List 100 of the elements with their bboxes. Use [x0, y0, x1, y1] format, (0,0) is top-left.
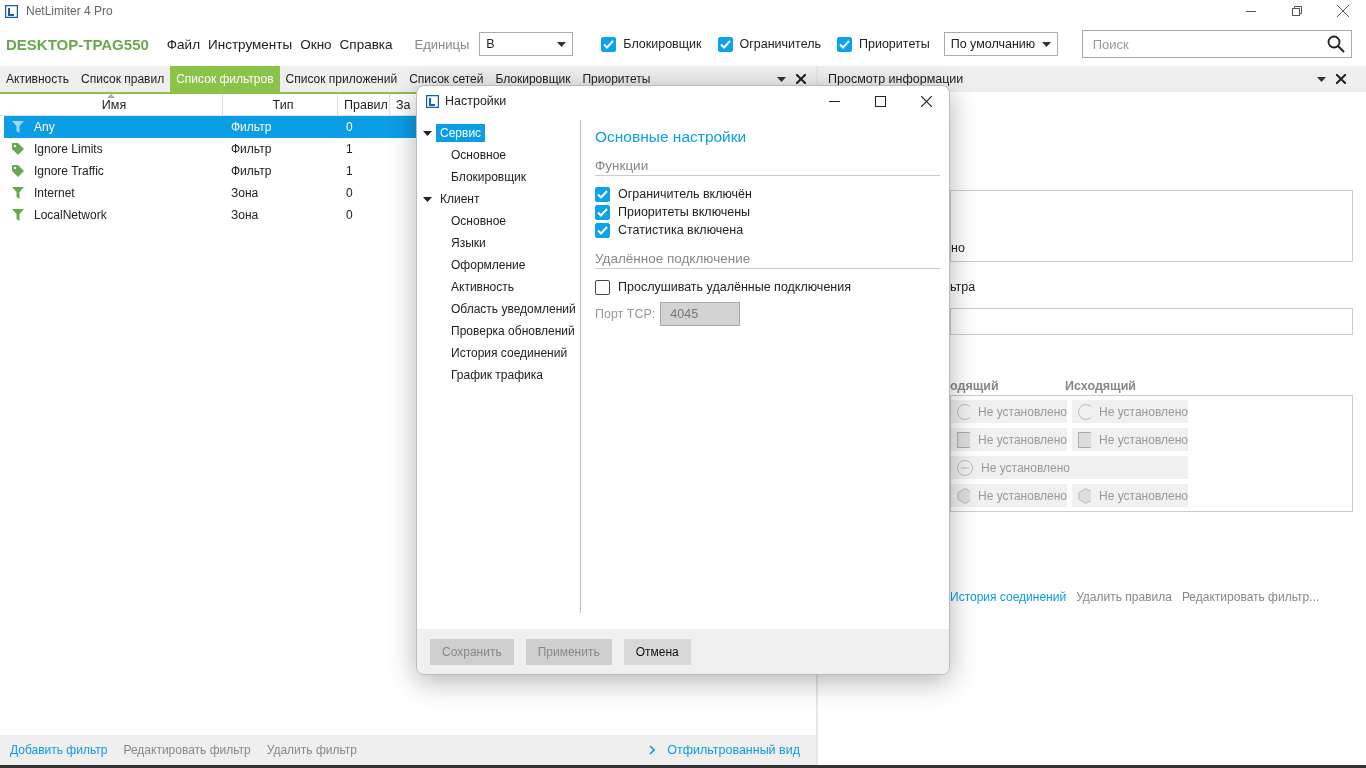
tree-item[interactable]: Основное — [447, 146, 510, 164]
tree-item[interactable]: Клиент — [436, 190, 484, 208]
restore-icon — [1292, 6, 1302, 16]
close-panel-button[interactable] — [1336, 74, 1346, 84]
tree-item[interactable]: История соединений — [447, 344, 572, 362]
table-cell-text: 0 — [345, 186, 354, 200]
table-cell-text: 0 — [345, 208, 354, 222]
caret-icon — [1317, 76, 1326, 82]
column-header[interactable]: Имя — [0, 94, 223, 115]
table-cell-text: Зона — [230, 186, 260, 200]
caret-icon — [423, 196, 432, 202]
tag-icon — [12, 143, 24, 155]
dropdown-button[interactable] — [1317, 76, 1326, 82]
panel-title: Просмотр информации — [828, 72, 964, 86]
units-select[interactable]: B — [479, 32, 574, 56]
menu-item[interactable]: Окно — [300, 36, 338, 52]
checkbox-label: Ограничитель — [739, 37, 821, 51]
caret-icon — [1041, 41, 1051, 47]
table-cell-text: Фильтр — [230, 142, 273, 156]
caret-icon — [423, 130, 432, 136]
input-field[interactable] — [950, 308, 1353, 335]
hexagon-icon — [1078, 487, 1092, 504]
section-title: Удалённое подключение — [595, 251, 940, 269]
column-header[interactable]: Тип — [223, 94, 338, 115]
column-header: одящий — [950, 379, 1000, 393]
tab[interactable]: Список приложений — [279, 66, 404, 92]
tree-item[interactable]: Область уведомлений — [447, 300, 580, 318]
dropdown-button[interactable] — [777, 76, 786, 82]
chevron-icon — [649, 745, 656, 755]
tree-item[interactable]: График трафика — [447, 366, 547, 384]
host-name: DESKTOP-TPAG550 — [6, 35, 149, 53]
close-panel-button[interactable] — [796, 74, 806, 84]
tab[interactable]: Список правил — [75, 66, 171, 92]
search-field[interactable]: Поиск — [1081, 30, 1352, 58]
dialog-title: Настройки — [445, 94, 507, 108]
table-cell: LocalNetwork — [34, 208, 107, 222]
checkbox[interactable] — [595, 204, 610, 220]
table-cell-text: 1 — [345, 142, 354, 156]
table-cell-text: 1 — [345, 164, 354, 178]
minus-circle-icon — [957, 459, 973, 476]
tree-item[interactable]: Блокировщик — [447, 168, 531, 186]
funnel-icon — [12, 121, 24, 133]
tab[interactable]: Список сетей — [403, 66, 490, 92]
column-header: Исходящий — [1065, 379, 1138, 393]
close-icon — [796, 74, 806, 84]
table-cell: Ignore Limits — [34, 142, 103, 156]
table-cell-text: Зона — [230, 208, 260, 222]
checkbox-label: Блокировщик — [623, 37, 702, 51]
minimize-icon — [1246, 10, 1256, 12]
name-value: но — [951, 241, 965, 255]
checkbox[interactable] — [595, 279, 610, 295]
section-title: Функции — [595, 158, 940, 176]
table-cell: Internet — [34, 186, 75, 200]
column-header[interactable]: Правил — [338, 94, 390, 115]
checkbox[interactable] — [595, 222, 610, 238]
caret-icon — [557, 41, 567, 47]
checkbox[interactable] — [601, 36, 617, 52]
maximize-icon — [874, 95, 886, 107]
checkbox-label: Приоритеты включены — [618, 205, 751, 219]
tab[interactable]: Активность — [0, 66, 75, 92]
table-cell-text: 0 — [345, 120, 354, 134]
funnel-icon — [12, 209, 24, 221]
tree-item[interactable]: Основное — [447, 212, 510, 230]
logo-icon — [426, 94, 439, 108]
dialog-button[interactable]: Отмена — [623, 638, 691, 665]
table-cell-text: Фильтр — [230, 164, 273, 178]
tree-item[interactable]: Оформление — [447, 256, 530, 274]
tab[interactable]: Блокировщик — [489, 66, 577, 92]
table-cell: Ignore Traffic — [34, 164, 104, 178]
checkbox-label: Приоритеты — [859, 37, 930, 51]
checkbox-label: Ограничитель включён — [618, 187, 752, 201]
close-icon — [1337, 5, 1349, 17]
tree-item[interactable]: Активность — [447, 278, 518, 296]
tree-item[interactable]: Языки — [447, 234, 490, 252]
checkbox[interactable] — [595, 186, 610, 202]
table-cell-text: Фильтр — [230, 120, 273, 134]
minimize-icon — [828, 100, 840, 102]
funnel-icon — [12, 187, 24, 199]
table-cell: Any — [34, 120, 55, 134]
port-label: Порт TCP: — [595, 307, 656, 321]
window-title: NetLimiter 4 Pro — [26, 4, 113, 18]
close-icon — [1336, 74, 1346, 84]
checkbox[interactable] — [717, 36, 733, 52]
action-link[interactable]: Удалить правила — [1076, 590, 1172, 604]
close-icon — [920, 95, 932, 107]
menu-item[interactable]: Файл — [166, 36, 207, 52]
caret-icon — [777, 76, 786, 82]
action-link[interactable]: Редактировать фильтр... — [1181, 590, 1320, 604]
checkbox-label: Прослушивать удалённые подключения — [618, 280, 851, 294]
tag-icon — [12, 165, 24, 177]
search-icon — [1326, 35, 1345, 53]
profile-select[interactable]: По умолчанию — [943, 32, 1058, 56]
menu-item[interactable]: Инструменты — [208, 36, 299, 52]
menu-item[interactable]: Справка — [339, 36, 399, 52]
checkbox-label: Статистика включена — [618, 223, 744, 237]
units-label: Единицы — [414, 36, 470, 52]
tree-item[interactable]: Проверка обновлений — [447, 322, 579, 340]
hexagon-icon — [957, 487, 971, 504]
tab[interactable]: Приоритеты — [576, 66, 657, 92]
checkbox[interactable] — [837, 36, 852, 52]
